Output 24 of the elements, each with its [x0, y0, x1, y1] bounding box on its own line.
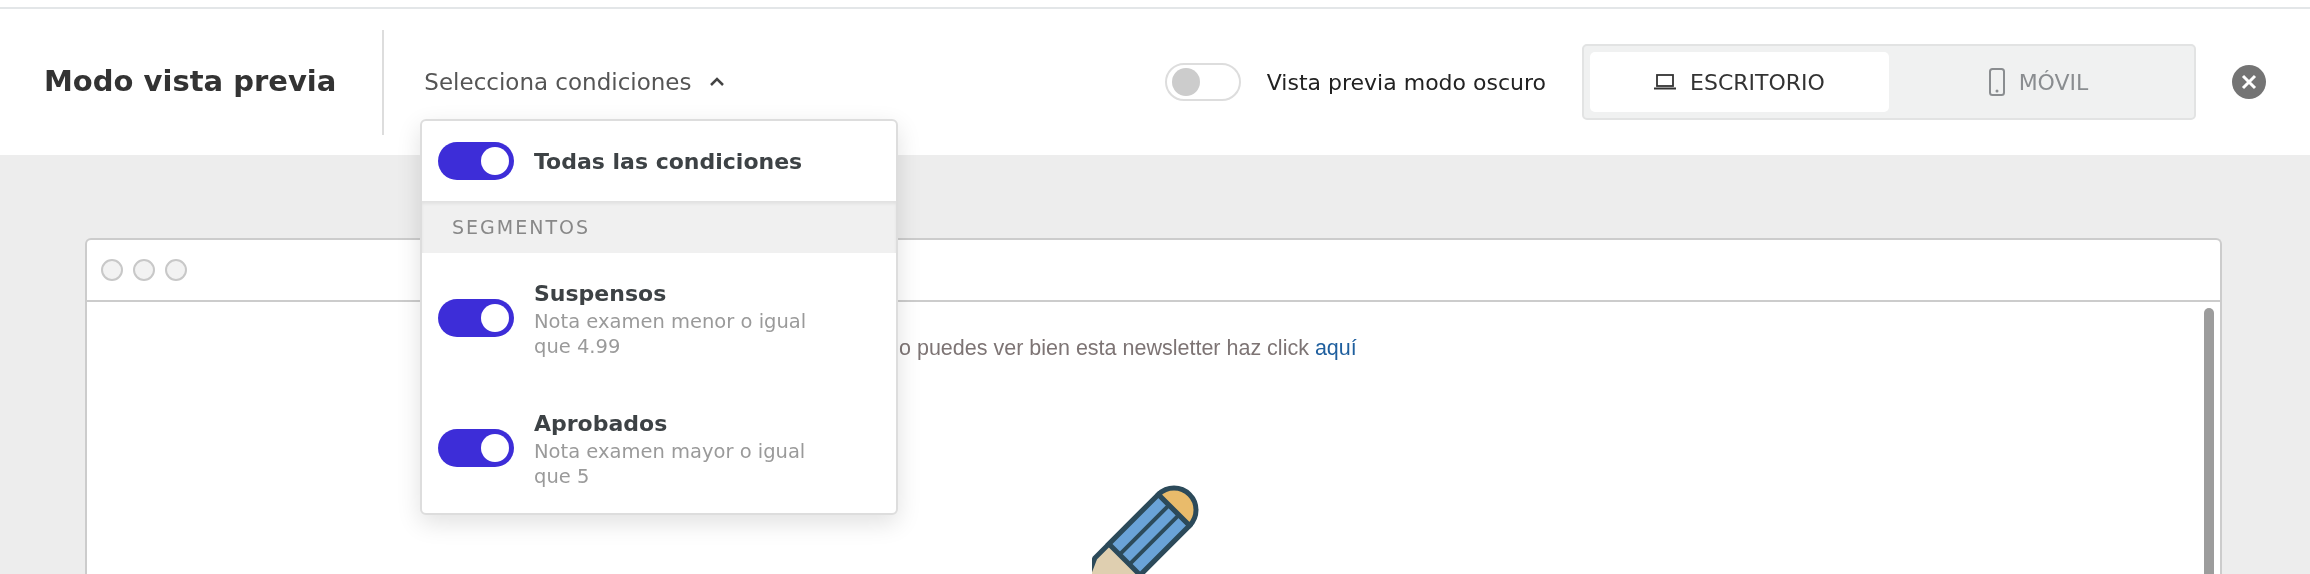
segment-name: Suspensos	[534, 280, 668, 309]
segment-description: Nota examen menor o igual que 4.99	[534, 310, 808, 359]
segment-description: Nota examen mayor o igual que 5	[534, 440, 807, 489]
link[interactable]: aquí	[1314, 336, 1357, 360]
scrollbar[interactable]	[2204, 308, 2214, 574]
segment-name: Aprobados	[534, 410, 669, 439]
toggle-switch[interactable]	[438, 429, 514, 467]
window-dot	[133, 259, 155, 281]
section-heading: SEGMENTOS	[422, 201, 896, 253]
notice-text: o puedes ver bien esta newsletter haz click aquí	[899, 335, 1357, 362]
option-label: Todas las condiciones	[534, 147, 803, 176]
toggle-switch[interactable]	[438, 142, 514, 180]
window-dot	[165, 259, 187, 281]
window-dot	[101, 259, 123, 281]
laptop-icon	[1654, 74, 1677, 90]
toggle-label: Vista previa modo oscuro	[1266, 68, 1546, 97]
conditions-dropdown[interactable]: Selecciona condiciones	[424, 64, 726, 100]
page-title: Modo vista previa	[44, 63, 337, 101]
toggle-switch[interactable]	[438, 299, 514, 337]
close-icon[interactable]	[2232, 65, 2266, 99]
chevron-icon	[709, 77, 726, 87]
phone-icon	[1988, 68, 2005, 96]
device-tab[interactable]: ESCRITORIO	[1590, 52, 1889, 112]
toggle-switch[interactable]	[1164, 63, 1241, 101]
